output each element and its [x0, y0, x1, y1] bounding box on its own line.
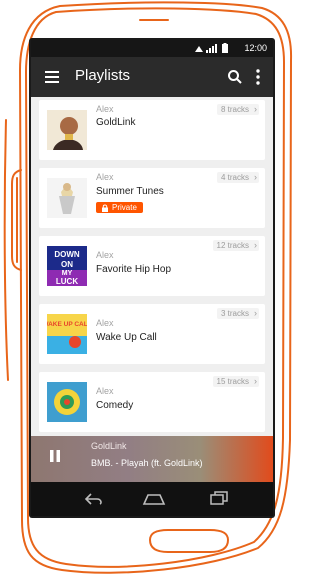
playlist-artwork-comedy	[47, 382, 87, 422]
menu-icon[interactable]	[45, 71, 59, 83]
playlist-title: Comedy	[96, 400, 134, 411]
track-count: 4 tracks	[220, 173, 249, 182]
status-time: 12:00	[244, 43, 267, 53]
signal-icon	[206, 44, 217, 53]
playlist-artwork-goldlink	[47, 110, 87, 150]
app-bar: Playlists	[31, 57, 273, 97]
chevron-right-icon: ›	[254, 172, 257, 182]
back-icon[interactable]	[83, 491, 105, 507]
track-count: 15 tracks	[216, 377, 249, 386]
svg-text:MY: MY	[62, 270, 73, 277]
playlist-owner: Alex	[96, 250, 114, 260]
chevron-right-icon: ›	[254, 308, 257, 318]
track-count: 12 tracks	[216, 241, 249, 250]
player-artist: GoldLink	[91, 441, 127, 451]
player-track-title: BMB. - Playah (ft. GoldLink)	[91, 458, 203, 468]
playlist-title: GoldLink	[96, 117, 136, 128]
playlist-card-summer-tunes[interactable]: Alex Summer Tunes Private 4 tracks ›	[39, 168, 265, 228]
track-count-badge[interactable]: 15 tracks ›	[212, 376, 259, 387]
playlist-card-wake-up-call[interactable]: WAKE UP CALL Alex Wake Up Call 3 tracks …	[39, 304, 265, 364]
playlist-owner: Alex	[96, 172, 114, 182]
private-label: Private	[112, 203, 137, 212]
svg-text:LUCK: LUCK	[56, 277, 78, 286]
lock-icon	[102, 204, 108, 212]
home-icon[interactable]	[142, 491, 166, 507]
recents-icon[interactable]	[209, 491, 229, 507]
playlist-title: Summer Tunes	[96, 186, 164, 197]
status-icons	[195, 43, 228, 53]
svg-text:DOWN: DOWN	[54, 250, 80, 259]
more-icon[interactable]	[255, 68, 261, 86]
playlist-card-favorite-hip-hop[interactable]: DOWN ON MY LUCK Alex Favorite Hip Hop 12…	[39, 236, 265, 296]
status-bar: 12:00	[31, 40, 273, 57]
track-count-badge[interactable]: 4 tracks ›	[216, 172, 259, 183]
playlist-artwork-summer-tunes	[47, 178, 87, 218]
wifi-icon	[195, 46, 203, 52]
playlist-title: Favorite Hip Hop	[96, 264, 172, 275]
chevron-right-icon: ›	[254, 376, 257, 386]
battery-icon	[222, 43, 228, 53]
search-icon[interactable]	[227, 69, 243, 85]
playlist-card-goldlink[interactable]: Alex GoldLink 8 tracks ›	[39, 100, 265, 160]
system-nav-bar	[31, 482, 273, 516]
private-badge: Private	[96, 202, 143, 213]
playlist-owner: Alex	[96, 318, 114, 328]
playlist-artwork-favorite-hip-hop: DOWN ON MY LUCK	[47, 246, 87, 286]
track-count-badge[interactable]: 12 tracks ›	[212, 240, 259, 251]
page-title: Playlists	[75, 67, 131, 84]
track-count: 3 tracks	[220, 309, 249, 318]
svg-text:WAKE UP CALL: WAKE UP CALL	[47, 321, 87, 328]
chevron-right-icon: ›	[254, 104, 257, 114]
track-count: 8 tracks	[220, 105, 249, 114]
pause-icon[interactable]	[49, 449, 61, 463]
svg-text:ON: ON	[61, 260, 73, 269]
playlist-owner: Alex	[96, 104, 114, 114]
track-count-badge[interactable]: 3 tracks ›	[216, 308, 259, 319]
playlist-card-comedy[interactable]: Alex Comedy 15 tracks ›	[39, 372, 265, 432]
mini-player[interactable]: GoldLink BMB. - Playah (ft. GoldLink)	[31, 436, 273, 482]
phone-screen: 12:00 Playlists Alex GoldLink 8 tracks ›…	[31, 40, 273, 516]
playlist-artwork-wake-up-call: WAKE UP CALL	[47, 314, 87, 354]
chevron-right-icon: ›	[254, 240, 257, 250]
playlist-title: Wake Up Call	[96, 332, 157, 343]
playlist-owner: Alex	[96, 386, 114, 396]
track-count-badge[interactable]: 8 tracks ›	[216, 104, 259, 115]
